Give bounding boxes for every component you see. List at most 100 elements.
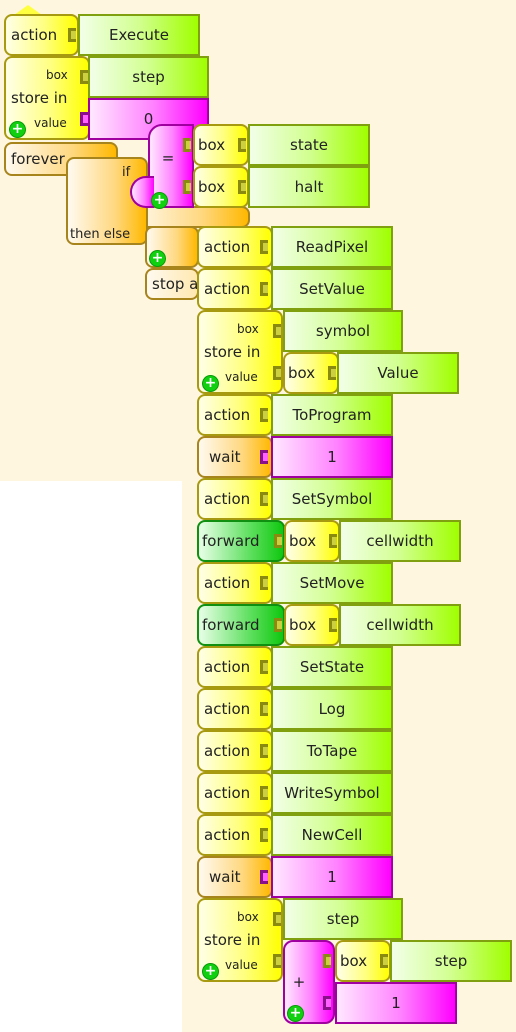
ifelse-bottom-bar — [130, 206, 250, 228]
plus-operator: + — [292, 973, 306, 991]
forward-block[interactable]: forward — [197, 520, 285, 562]
socket-connector — [260, 744, 268, 758]
socket-connector — [273, 324, 281, 338]
socket-connector — [260, 828, 268, 842]
socket-connector — [238, 138, 246, 152]
action-name[interactable]: SetState — [271, 646, 393, 688]
add-icon[interactable]: + — [149, 250, 166, 267]
box-name-halt[interactable]: halt — [248, 166, 370, 208]
box-name[interactable]: Value — [337, 352, 459, 394]
socket-connector — [260, 408, 268, 422]
socket-connector — [183, 138, 191, 152]
box-name[interactable]: cellwidth — [339, 520, 461, 562]
store-box-name[interactable]: symbol — [283, 310, 403, 352]
socket-connector — [260, 786, 268, 800]
action-name[interactable]: SetSymbol — [271, 478, 393, 520]
store-value-label: value — [225, 370, 258, 384]
store-box-label: box — [46, 68, 68, 82]
action-label: action — [204, 784, 251, 802]
action-name[interactable]: ToProgram — [271, 394, 393, 436]
store-in-label: store in — [204, 343, 261, 361]
add-icon[interactable]: + — [202, 375, 219, 392]
box-label: box — [289, 616, 317, 634]
action-label: action — [204, 700, 251, 718]
add-icon[interactable]: + — [202, 963, 219, 980]
add-icon[interactable]: + — [287, 1005, 304, 1022]
number-block[interactable]: 1 — [335, 982, 457, 1024]
wait-label: wait — [209, 868, 241, 886]
socket-connector — [329, 618, 337, 632]
action-name[interactable]: ReadPixel — [271, 226, 393, 268]
action-name[interactable]: NewCell — [271, 814, 393, 856]
socket-connector — [260, 492, 268, 506]
start-action-name[interactable]: Execute — [78, 14, 200, 56]
action-label: action — [204, 574, 251, 592]
forward-label: forward — [202, 616, 260, 634]
action-name[interactable]: Log — [271, 688, 393, 730]
socket-connector — [273, 366, 281, 380]
forever-label: forever — [11, 150, 65, 168]
box-label: box — [198, 178, 226, 196]
store-in-label: store in — [11, 89, 68, 107]
socket-connector — [323, 954, 331, 968]
box-name-state[interactable]: state — [248, 124, 370, 166]
socket-connector — [273, 912, 281, 926]
store-in-block[interactable]: store in box value + — [197, 310, 283, 394]
box-name[interactable]: step — [390, 940, 512, 982]
store-in-label: store in — [204, 931, 261, 949]
socket-connector — [274, 618, 282, 632]
add-icon[interactable]: + — [9, 121, 26, 138]
box-label: box — [289, 532, 317, 550]
store-in-block[interactable]: store in box value + — [4, 56, 90, 140]
action-name[interactable]: SetValue — [271, 268, 393, 310]
socket-connector — [260, 576, 268, 590]
store-box-label: box — [237, 322, 259, 336]
store-value-label: value — [225, 958, 258, 972]
store-box-name[interactable]: step — [283, 898, 403, 940]
wait-label: wait — [209, 448, 241, 466]
action-label: action — [204, 658, 251, 676]
box-label: box — [340, 952, 368, 970]
socket-connector — [260, 870, 268, 884]
socket-connector — [329, 534, 337, 548]
socket-connector — [260, 282, 268, 296]
store-box-name[interactable]: step — [88, 56, 209, 98]
then-else-label: then else — [70, 227, 131, 242]
number-block[interactable]: 1 — [271, 856, 393, 898]
socket-connector — [328, 366, 336, 380]
equals-bulge — [130, 176, 154, 208]
stop-action-block[interactable]: stop a — [145, 268, 199, 300]
socket-connector — [323, 996, 331, 1010]
socket-connector — [238, 180, 246, 194]
socket-connector — [80, 112, 88, 126]
action-name[interactable]: SetMove — [271, 562, 393, 604]
then-slot-block[interactable]: + — [145, 226, 199, 268]
plus-block[interactable]: + + — [283, 940, 335, 1024]
action-label: action — [204, 826, 251, 844]
start-action-label: action — [11, 26, 58, 44]
box-label: box — [198, 136, 226, 154]
socket-connector — [260, 240, 268, 254]
number-block[interactable]: 1 — [271, 436, 393, 478]
add-icon[interactable]: + — [151, 192, 168, 209]
box-name[interactable]: cellwidth — [339, 604, 461, 646]
socket-connector — [68, 28, 76, 42]
action-name[interactable]: WriteSymbol — [271, 772, 393, 814]
stop-label: stop a — [152, 275, 199, 293]
action-label: action — [204, 490, 251, 508]
socket-connector — [80, 70, 88, 84]
socket-connector — [274, 534, 282, 548]
socket-connector — [380, 954, 388, 968]
socket-connector — [273, 954, 281, 968]
box-label: box — [288, 364, 316, 382]
socket-connector — [260, 702, 268, 716]
forward-label: forward — [202, 532, 260, 550]
forward-block[interactable]: forward — [197, 604, 285, 646]
if-label: if — [122, 165, 131, 180]
equals-operator: = — [161, 149, 175, 167]
action-name[interactable]: ToTape — [271, 730, 393, 772]
action-label: action — [204, 406, 251, 424]
store-box-label: box — [237, 910, 259, 924]
socket-connector — [260, 660, 268, 674]
store-in-block[interactable]: store in box value + — [197, 898, 283, 982]
